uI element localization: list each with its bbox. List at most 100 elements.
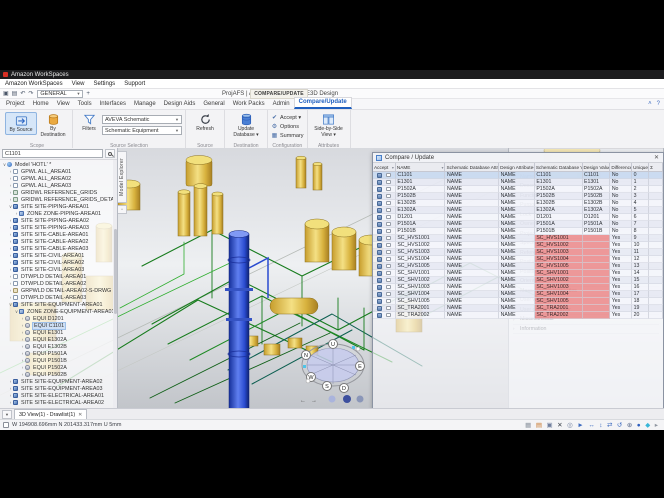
tree-item[interactable]: ›SITE SITE-PIPING-AREA02 [0,217,113,224]
tree-item[interactable]: ›SITE SITE-CIVIL-AREA03 [0,266,113,273]
app-button-icon[interactable]: ▣ [3,89,9,99]
accept-cell[interactable] [373,291,396,298]
accept-cell[interactable] [373,235,396,242]
tree-item-selected[interactable]: ›EQUI C1101 [0,322,113,329]
rotate-view-icon[interactable]: ↺ [617,420,622,430]
accept-action-icon[interactable] [377,173,382,178]
ribbon-tab-compare-update[interactable]: Compare/Update [294,97,352,109]
accept-action-icon[interactable] [377,278,382,283]
ribbon-tab-manage[interactable]: Manage [130,100,160,109]
help-icon[interactable]: ? [657,101,660,107]
accept-action-icon[interactable] [377,194,382,199]
accept-action-icon[interactable] [377,264,382,269]
save-icon[interactable]: ▤ [12,89,18,99]
compare-row[interactable]: E1302BNAMENAMEE1302BE1302BNo4 [373,200,663,207]
ribbon-tab-design-aids[interactable]: Design Aids [160,100,200,109]
accept-checkbox[interactable] [386,236,391,241]
orbit-icon[interactable]: ● [637,420,641,430]
schematic-source-combo[interactable]: AVEVA Schematic ▼ [102,115,182,124]
column-header-name[interactable]: NAME▾ [396,163,446,171]
ribbon-tab-work-packs[interactable]: Work Packs [229,100,269,109]
accept-checkbox[interactable] [386,299,391,304]
tree-item[interactable]: ›SITE SITE-EQUIPMENT-AREA02 [0,378,113,385]
options-button[interactable]: ⚙ Options [271,123,304,131]
accept-cell[interactable] [373,249,396,256]
redo-icon[interactable]: ↷ [28,89,33,99]
compare-row[interactable]: SC_HVS1001NAMENAMESC_HVS1001Yes9 [373,235,663,242]
column-header-σ[interactable]: Σ [649,163,663,171]
column-header-accept[interactable]: Accept▾ [373,163,396,171]
accept-cell[interactable] [373,242,396,249]
schematic-type-combo[interactable]: Schematic Equipment ▼ [102,126,182,135]
accept-action-icon[interactable] [377,215,382,220]
compare-row[interactable]: P1502ANAMENAMEP1502AP1502ANo2 [373,186,663,193]
accept-action-icon[interactable] [377,243,382,248]
compare-row[interactable]: SC_SHV1003NAMENAMESC_SHV1003Yes16 [373,284,663,291]
accept-cell[interactable] [373,284,396,291]
ribbon-tab-home[interactable]: Home [29,100,53,109]
compare-row[interactable]: SC_SHV1005NAMENAMESC_SHV1005Yes18 [373,298,663,305]
pin-icon[interactable]: ▫ [118,205,127,214]
side-by-side-button[interactable]: Side-by-Side View ▾ [311,112,347,138]
accept-checkbox[interactable] [386,222,391,227]
tree-item[interactable]: ›SITE SITE-CABLE-AREA03 [0,245,113,252]
tree-item[interactable]: ›SITE SITE-ELECTRICAL-AREA02 [0,399,113,406]
ribbon-tab-admin[interactable]: Admin [269,100,294,109]
accept-cell[interactable] [373,256,396,263]
update-database-button[interactable]: Update Database ▾ [228,112,264,138]
accept-action-icon[interactable] [377,187,382,192]
locate-icon[interactable]: ◎ [567,420,573,430]
compare-row[interactable]: SC_TRA2001NAMENAMESC_TRA2001Yes19 [373,305,663,312]
compare-row[interactable]: SC_TRA2002NAMENAMESC_TRA2002Yes20 [373,312,663,319]
accept-checkbox[interactable] [386,208,391,213]
tree-item[interactable]: ›EQUI E1302B [0,343,113,350]
ribbon-tab-tools[interactable]: Tools [74,100,96,109]
column-header-difference[interactable]: Difference▾ [610,163,632,171]
accept-action-icon[interactable] [377,208,382,213]
tree-item[interactable]: ›SITE SITE-CABLE-AREA02 [0,238,113,245]
compare-row[interactable]: SC_HVS1004NAMENAMESC_HVS1004Yes12 [373,256,663,263]
tree-item[interactable]: ›EQUI P1501A [0,350,113,357]
close-icon[interactable]: ✕ [653,154,660,161]
accept-checkbox[interactable] [386,264,391,269]
compare-row[interactable]: SC_HVS1005NAMENAMESC_HVS1005Yes13 [373,263,663,270]
column-header-uniqueid[interactable]: UniqueId▾ [632,163,649,171]
accept-action-icon[interactable] [377,271,382,276]
column-header-schematic-database-attribute[interactable]: Schematic Database Attribute▾ [445,163,499,171]
compare-row[interactable]: D1201NAMENAMED1201D1201No6 [373,214,663,221]
search-input[interactable] [2,149,103,158]
tree-item[interactable]: ›EQUI E1302A [0,336,113,343]
compare-row[interactable]: E1301NAMENAMEE1301E1301No1 [373,179,663,186]
tree-item[interactable]: ›SITE SITE-ELECTRICAL-AREA01 [0,392,113,399]
accept-action-icon[interactable] [377,257,382,262]
accept-cell[interactable] [373,186,396,193]
filter-icon[interactable]: ▾ [441,165,443,170]
accept-action-icon[interactable] [377,250,382,255]
tree-item[interactable]: ›DTWPLD DETAIL-AREA01 [0,273,113,280]
undo-icon[interactable]: ↶ [20,89,25,99]
accept-cell[interactable] [373,207,396,214]
cut-icon[interactable]: ✕ [557,420,562,430]
accept-action-icon[interactable] [377,222,382,227]
accept-cell[interactable] [373,221,396,228]
accept-checkbox[interactable] [386,243,391,248]
accept-checkbox[interactable] [386,229,391,234]
compare-row[interactable]: SC_SHV1002NAMENAMESC_SHV1002Yes15 [373,277,663,284]
accept-checkbox[interactable] [386,194,391,199]
tree-item[interactable]: ›EQUI P1501B [0,357,113,364]
filters-button[interactable]: Filters [76,112,102,133]
compare-row[interactable]: P1501BNAMENAMEP1501BP1501BNo8 [373,228,663,235]
accept-cell[interactable] [373,277,396,284]
general-combo[interactable]: GENERAL ▼ [37,90,83,98]
summary-button[interactable]: ▦ Summary [271,132,304,140]
menu-item-amazon-workspaces[interactable]: Amazon WorkSpaces [5,81,63,87]
model-explorer-tab[interactable]: Model Explorer [118,151,127,203]
accept-cell[interactable] [373,172,396,179]
collapse-ribbon-icon[interactable]: ˄ [648,101,652,107]
pan-horizontal-icon[interactable]: ↔ [588,420,595,430]
accept-checkbox[interactable] [386,187,391,192]
view-tab-3d[interactable]: 3D View(1) - Drawlist(1) ✕ [14,409,87,419]
by-destination-button[interactable]: By Destination [37,112,69,138]
tree-item[interactable]: ›EQUI E1301 [0,329,113,336]
tree-item[interactable]: ›GRPWLD DETAIL-AREA02-S-DRWG [0,287,113,294]
